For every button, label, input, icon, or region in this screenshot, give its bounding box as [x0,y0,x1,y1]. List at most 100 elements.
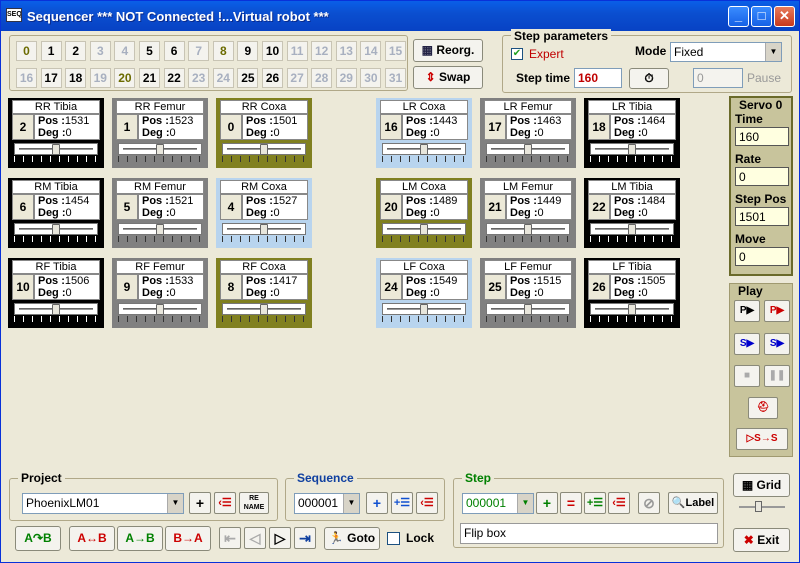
slider-thumb[interactable] [156,304,164,315]
play-step-button[interactable]: P▶ [734,300,760,322]
servo-slider[interactable] [486,143,570,155]
exit-button[interactable]: ✖ Exit [733,528,790,552]
pause-button[interactable]: ❚❚ [764,365,790,387]
servo-slider[interactable] [222,143,306,155]
goto-button[interactable]: 🏃 Goto [324,527,380,550]
project-select[interactable]: PhoenixLM01 ▼ [22,493,184,514]
servo-tile[interactable]: 31 [385,68,406,88]
slider-thumb[interactable] [52,304,60,315]
servo-number[interactable]: 1 [116,114,138,140]
servo-number[interactable]: 10 [12,274,34,300]
servo-number[interactable]: 25 [484,274,506,300]
a-to-b-button[interactable]: A→B [117,526,163,551]
servo-tile[interactable]: 16 [16,68,37,88]
servo-slider[interactable] [222,223,306,235]
servo-number[interactable]: 4 [220,194,242,220]
step-comment-input[interactable]: Flip box [460,523,718,544]
servo-number[interactable]: 21 [484,194,506,220]
mode-select[interactable]: Fixed ▼ [670,42,782,62]
servo-number[interactable]: 2 [12,114,34,140]
servo-tile[interactable]: 12 [311,41,333,61]
servo-card[interactable]: RR Coxa 0 Pos :1501 Deg :0 [216,98,312,168]
duplicate-step-button[interactable]: = [560,492,582,514]
slider-thumb[interactable] [260,304,268,315]
servo-card[interactable]: RF Femur 9 Pos :1533 Deg :0 [112,258,208,328]
servo-tile[interactable]: 29 [335,68,357,88]
prev-step-button[interactable]: ◁ [244,527,266,549]
rate-field[interactable]: 0 [735,167,789,186]
time-field[interactable]: 160 [735,127,789,146]
lock-checkbox[interactable] [387,532,400,545]
sequence-run-button[interactable]: ▷S→S [736,428,788,450]
servo-tile[interactable]: 20 [114,68,136,88]
servo-tile[interactable]: 13 [335,41,357,61]
slider-thumb[interactable] [524,304,532,315]
reorg-button[interactable]: ▦ Reorg. [413,39,483,62]
servo-slider[interactable] [14,303,98,315]
servo-tile[interactable]: 18 [65,68,87,88]
slider-thumb[interactable] [260,224,268,235]
add-sequence-button[interactable]: + [366,492,388,514]
servo-card[interactable]: LR Coxa 16 Pos :1443 Deg :0 [376,98,472,168]
servo-slider[interactable] [382,223,466,235]
expert-checkbox[interactable]: ✔ [511,48,523,60]
next-step-button[interactable]: ▷ [269,527,291,549]
slider-thumb[interactable] [628,144,636,155]
servo-card[interactable]: LM Coxa 20 Pos :1489 Deg :0 [376,178,472,248]
move-field[interactable]: 0 [735,247,789,266]
slider-thumb[interactable] [628,224,636,235]
servo-tile[interactable]: 26 [262,68,283,88]
slider-thumb[interactable] [420,304,428,315]
servo-number[interactable]: 24 [380,274,402,300]
disable-step-button[interactable]: ⊘ [638,492,660,514]
servo-tile[interactable]: 25 [237,68,259,88]
servo-tile[interactable]: 1 [40,41,62,61]
slider-thumb[interactable] [52,144,60,155]
servo-tile[interactable]: 8 [212,41,234,61]
add-step-button[interactable]: + [536,492,558,514]
servo-number[interactable]: 0 [220,114,242,140]
servo-tile[interactable]: 21 [139,68,160,88]
last-step-button[interactable]: ⇥ [294,527,316,549]
slider-thumb[interactable] [260,144,268,155]
servo-slider[interactable] [382,303,466,315]
close-button[interactable]: ✕ [774,6,795,27]
servo-slider[interactable] [590,143,674,155]
servo-card[interactable]: RM Femur 5 Pos :1521 Deg :0 [112,178,208,248]
servo-tile[interactable]: 27 [286,68,308,88]
servo-tile[interactable]: 14 [360,41,382,61]
step-select[interactable]: 000001 ▼ [462,493,534,514]
servo-slider[interactable] [14,143,98,155]
sequence-select[interactable]: 000001 ▼ [294,493,360,514]
stop-button[interactable]: ■ [734,365,760,387]
servo-slider[interactable] [222,303,306,315]
servo-tile[interactable]: 6 [163,41,185,61]
step-loop-button[interactable]: S▶ [764,333,790,355]
servo-slider[interactable] [118,303,202,315]
slider-thumb[interactable] [156,144,164,155]
servo-number[interactable]: 8 [220,274,242,300]
ab-mirror-button[interactable]: A↷B [15,526,61,551]
servo-tile[interactable]: 9 [237,41,259,61]
servo-card[interactable]: LF Tibia 26 Pos :1505 Deg :0 [584,258,680,328]
servo-card[interactable]: RF Tibia 10 Pos :1506 Deg :0 [8,258,104,328]
servo-number[interactable]: 5 [116,194,138,220]
servo-slider[interactable] [590,303,674,315]
slider-thumb[interactable] [524,224,532,235]
servo-card[interactable]: LM Femur 21 Pos :1449 Deg :0 [480,178,576,248]
play-loop-button[interactable]: P▶ [764,300,790,322]
servo-card[interactable]: RR Femur 1 Pos :1523 Deg :0 [112,98,208,168]
servo-tile[interactable]: 3 [89,41,111,61]
slider-thumb[interactable] [52,224,60,235]
servo-number[interactable]: 20 [380,194,402,220]
grid-slider[interactable] [739,501,785,513]
servo-tile[interactable]: 28 [311,68,333,88]
servo-tile[interactable]: 10 [262,41,283,61]
servo-number[interactable]: 9 [116,274,138,300]
servo-number[interactable]: 18 [588,114,610,140]
servo-tile[interactable]: 22 [163,68,185,88]
minimize-button[interactable]: _ [728,6,749,27]
remove-project-button[interactable]: ‹☰ [214,492,236,514]
servo-tile[interactable]: 30 [360,68,382,88]
slider-thumb[interactable] [524,144,532,155]
